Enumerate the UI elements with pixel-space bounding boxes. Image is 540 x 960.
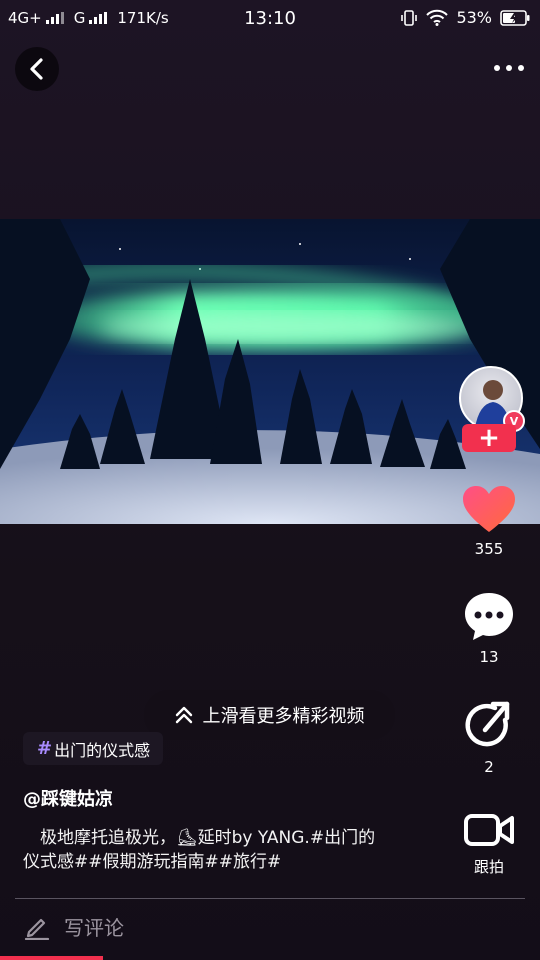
hashtag-label: 出门的仪式感 bbox=[54, 740, 151, 760]
double-chevron-up-icon bbox=[175, 706, 192, 724]
comment-count: 13 bbox=[479, 648, 499, 666]
like-button[interactable]: 355 bbox=[454, 484, 524, 558]
playback-progress-bar[interactable] bbox=[0, 956, 103, 960]
duet-label: 跟拍 bbox=[473, 858, 504, 876]
hashtag-icon: # bbox=[37, 738, 53, 759]
comment-button[interactable]: 13 bbox=[454, 590, 524, 666]
share-button[interactable]: 2 bbox=[454, 700, 524, 776]
back-button[interactable] bbox=[15, 47, 59, 91]
hashtag-chip[interactable]: # 出门的仪式感 bbox=[23, 732, 164, 765]
status-right: 53% bbox=[400, 8, 530, 27]
more-dots-icon bbox=[494, 65, 500, 71]
vibrate-icon bbox=[401, 9, 418, 26]
heart-icon bbox=[463, 486, 515, 532]
more-dot bbox=[506, 65, 512, 71]
more-dot bbox=[518, 65, 524, 71]
chevron-left-icon bbox=[30, 58, 43, 80]
status-bar: 4G+ G 171K/s 13:10 53% bbox=[0, 0, 540, 36]
battery-percent: 53% bbox=[456, 8, 492, 27]
follow-button[interactable]: + bbox=[462, 424, 516, 452]
aurora-video-frame bbox=[0, 219, 540, 524]
pencil-icon bbox=[24, 918, 50, 940]
comment-input[interactable]: 写评论 bbox=[24, 912, 124, 941]
author-name[interactable]: @踩键姑凉 bbox=[23, 785, 113, 811]
share-icon bbox=[465, 701, 510, 747]
description-line-2: 仪式感##假期游玩指南##旅行# bbox=[23, 852, 282, 872]
like-count: 355 bbox=[474, 540, 504, 558]
duet-button[interactable]: 跟拍 bbox=[454, 810, 524, 877]
description-line-1: 极地摩托追极光，⛸延时by YANG.#出门的 bbox=[23, 828, 376, 848]
battery-charging-icon bbox=[500, 9, 530, 26]
more-options-button[interactable] bbox=[494, 58, 524, 78]
video-player[interactable] bbox=[0, 219, 540, 524]
share-count: 2 bbox=[484, 758, 494, 776]
video-camera-icon bbox=[464, 814, 514, 846]
video-screen: 4G+ G 171K/s 13:10 53% V + 355 13 2 跟拍 上… bbox=[0, 0, 540, 960]
swipe-up-hint[interactable]: 上滑看更多精彩视频 bbox=[144, 690, 395, 740]
comment-placeholder: 写评论 bbox=[64, 916, 124, 940]
video-description: 极地摩托追极光，⛸延时by YANG.#出门的 仪式感##假期游玩指南##旅行# bbox=[23, 826, 433, 874]
wifi-icon bbox=[426, 9, 449, 26]
swipe-hint-text: 上滑看更多精彩视频 bbox=[202, 706, 365, 727]
comment-divider bbox=[15, 898, 525, 899]
comment-bubble-icon bbox=[465, 593, 513, 640]
